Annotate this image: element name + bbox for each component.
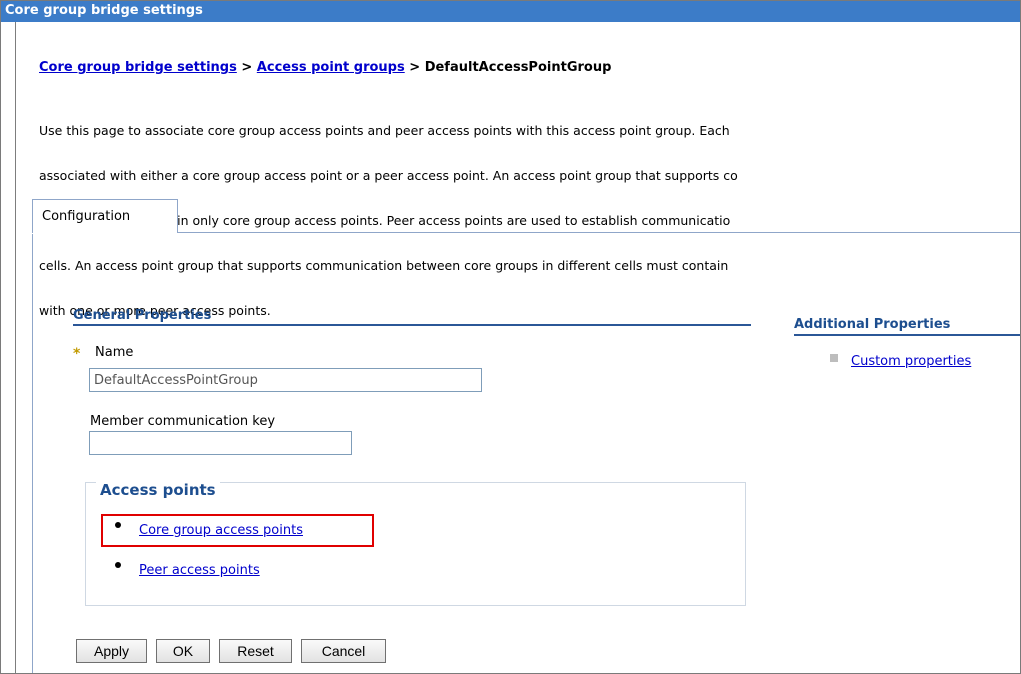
name-field[interactable] [89, 368, 482, 392]
member-communication-key-label: Member communication key [90, 414, 276, 429]
breadcrumb-link-core-group-bridge-settings[interactable]: Core group bridge settings [39, 60, 237, 75]
additional-properties-rule [794, 334, 1020, 336]
description-line: associated with either a core group acce… [39, 168, 738, 183]
member-communication-key-field[interactable] [89, 431, 352, 455]
highlight-box [101, 514, 374, 547]
tab-configuration[interactable]: Configuration [32, 199, 178, 233]
breadcrumb-link-access-point-groups[interactable]: Access point groups [257, 60, 405, 75]
window-title: Core group bridge settings [1, 1, 1020, 22]
reset-button[interactable]: Reset [219, 639, 292, 663]
breadcrumb-separator: > [241, 60, 253, 75]
window-frame: Core group bridge settings Core group br… [0, 0, 1021, 674]
description-line: cells. An access point group that suppor… [39, 258, 729, 273]
access-points-legend: Access points [96, 481, 220, 499]
apply-button[interactable]: Apply [76, 639, 147, 663]
additional-properties-heading: Additional Properties [794, 317, 951, 332]
peer-access-points-link[interactable]: Peer access points [139, 563, 260, 578]
tab-strip-border [39, 232, 1020, 233]
bullet-icon [115, 562, 121, 568]
square-bullet-icon [830, 354, 838, 362]
description-line: in this cell must contain only core grou… [39, 213, 731, 228]
name-label: Name [95, 345, 134, 360]
tab-panel-border [32, 234, 33, 673]
breadcrumb: Core group bridge settings > Access poin… [39, 60, 611, 75]
cancel-button[interactable]: Cancel [301, 639, 386, 663]
description-line: Use this page to associate core group ac… [39, 123, 730, 138]
breadcrumb-separator: > [409, 60, 421, 75]
left-divider [15, 22, 16, 673]
custom-properties-link[interactable]: Custom properties [851, 354, 971, 369]
ok-button[interactable]: OK [156, 639, 210, 663]
required-field-icon: * [73, 346, 81, 362]
general-properties-heading: General Properties [73, 308, 212, 323]
breadcrumb-current: DefaultAccessPointGroup [424, 60, 612, 75]
general-properties-rule [73, 324, 751, 326]
